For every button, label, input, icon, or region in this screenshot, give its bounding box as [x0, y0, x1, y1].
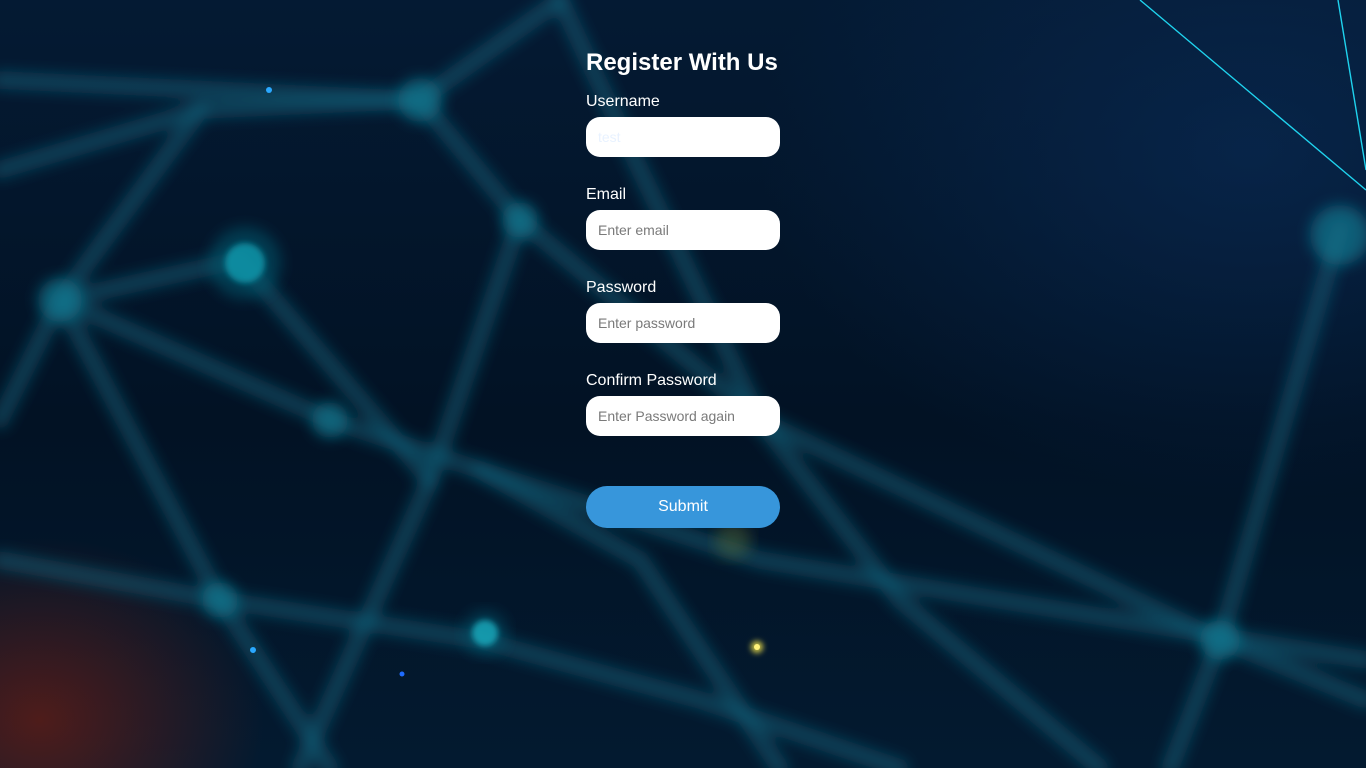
confirm-password-label: Confirm Password: [586, 372, 717, 389]
page-title: Register With Us: [586, 49, 778, 76]
email-label: Email: [586, 186, 627, 203]
submit-button[interactable]: Submit: [586, 486, 780, 528]
password-input[interactable]: [586, 303, 780, 343]
username-label: Username: [586, 93, 660, 110]
confirm-password-input[interactable]: [586, 396, 780, 436]
email-group: Email: [586, 186, 780, 250]
username-group: Username: [586, 93, 780, 157]
email-input[interactable]: [586, 210, 780, 250]
username-input[interactable]: [586, 117, 780, 157]
confirm-password-group: Confirm Password: [586, 372, 780, 436]
password-group: Password: [586, 279, 780, 343]
register-form: Register With Us Username Email Password…: [586, 48, 780, 528]
password-label: Password: [586, 279, 657, 296]
